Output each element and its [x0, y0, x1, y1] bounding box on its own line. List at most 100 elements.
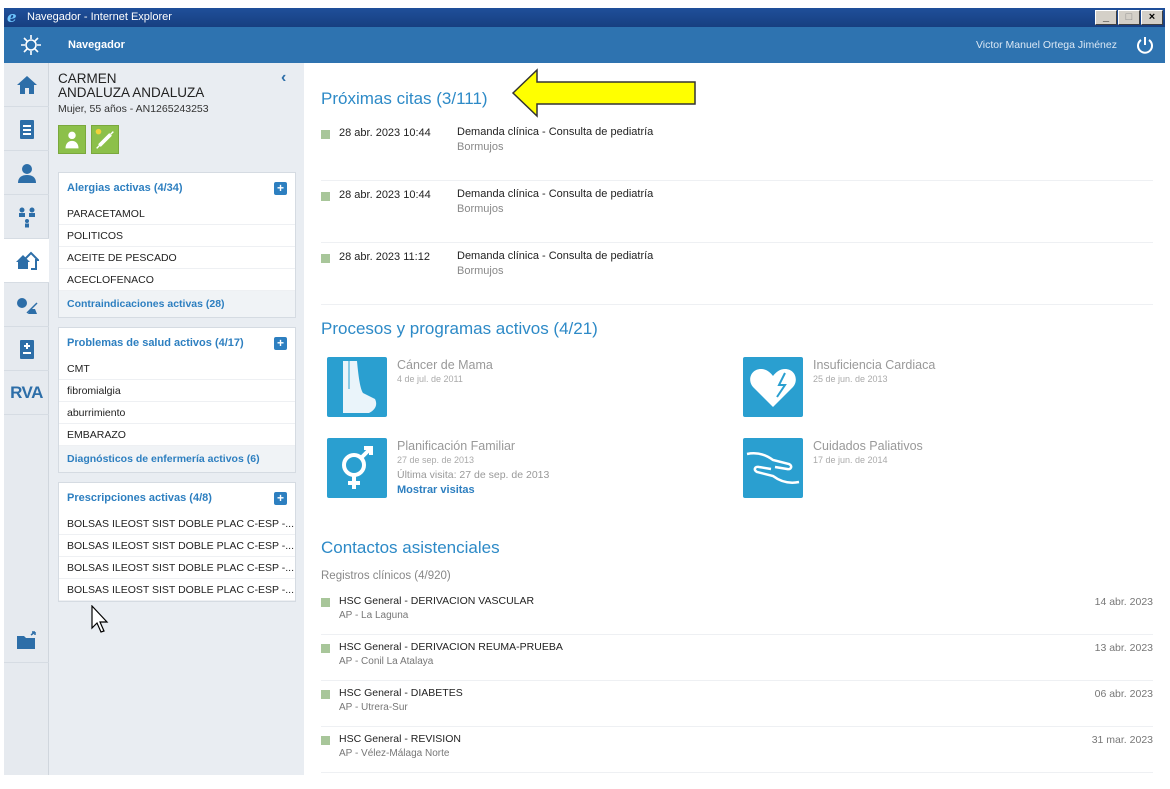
allergy-item[interactable]: ACECLOFENACO — [59, 269, 295, 291]
app-header: Navegador Victor Manuel Ortega Jiménez — [4, 27, 1165, 63]
hands-icon — [743, 438, 803, 498]
problem-item[interactable]: aburrimiento — [59, 402, 295, 424]
record-marker — [321, 690, 330, 699]
process-date: 4 de jul. de 2011 — [397, 374, 463, 384]
allergy-item[interactable]: ACEITE DE PESCADO — [59, 247, 295, 269]
process-card[interactable]: Cuidados Paliativos 17 de jun. de 2014 — [737, 438, 1117, 502]
medical-report-icon — [19, 339, 34, 359]
folder-nav-item[interactable] — [4, 619, 49, 663]
clipboard-nav-item[interactable] — [4, 107, 49, 151]
process-date: 27 de sep. de 2013 — [397, 455, 475, 465]
record-location: AP - La Laguna — [339, 610, 409, 621]
patient-first-name: CARMEN — [58, 71, 117, 86]
record-marker — [321, 598, 330, 607]
allergies-card: Alergias activas (4/34) + PARACETAMOL PO… — [58, 172, 296, 318]
clinical-record-row[interactable]: HSC General - DERIVACION VASCULAR AP - L… — [321, 589, 1153, 635]
appointment-row[interactable]: 28 abr. 2023 10:44 Demanda clínica - Con… — [321, 181, 1153, 243]
show-visits-link[interactable]: Mostrar visitas — [397, 484, 475, 496]
window-title: Navegador - Internet Explorer — [27, 11, 172, 23]
process-name: Cáncer de Mama — [397, 358, 493, 372]
internet-explorer-icon: e — [7, 8, 17, 26]
process-card[interactable]: Cáncer de Mama 4 de jul. de 2011 — [321, 357, 701, 421]
contacts-title[interactable]: Contactos asistenciales — [321, 538, 500, 558]
clinical-records-subtitle[interactable]: Registros clínicos (4/920) — [321, 570, 451, 582]
problem-item[interactable]: EMBARAZO — [59, 424, 295, 446]
appointment-marker — [321, 130, 330, 139]
close-button[interactable]: × — [1141, 10, 1163, 25]
appointment-description: Demanda clínica - Consulta de pediatría — [457, 188, 654, 200]
appointment-location: Bormujos — [457, 141, 504, 153]
prescription-item[interactable]: BOLSAS ILEOST SIST DOBLE PLAC C-ESP -... — [59, 557, 295, 579]
record-title: HSC General - REVISION — [339, 733, 461, 745]
add-allergy-button[interactable]: + — [274, 182, 287, 195]
allergy-item[interactable]: POLITICOS — [59, 225, 295, 247]
family-nav-item[interactable] — [4, 195, 49, 239]
record-location: AP - Conil La Atalaya — [339, 656, 434, 667]
clipboard-icon — [19, 119, 34, 139]
appointment-location: Bormujos — [457, 203, 504, 215]
appointment-date: 28 abr. 2023 10:44 — [339, 127, 431, 139]
clinical-record-row[interactable]: HSC General - REVISION AP - Vélez-Málaga… — [321, 727, 1153, 773]
appointments-title[interactable]: Próximas citas (3/111) — [321, 89, 488, 109]
family-icon — [18, 207, 35, 227]
record-date: 13 abr. 2023 — [1094, 642, 1153, 654]
rva-label: RVA — [10, 382, 43, 402]
appointment-row[interactable]: 28 abr. 2023 11:12 Demanda clínica - Con… — [321, 243, 1153, 305]
mouse-cursor-icon — [91, 605, 109, 633]
main-content: Próximas citas (3/111) 28 abr. 2023 10:4… — [304, 63, 1165, 775]
process-last-visit: Última visita: 27 de sep. de 2013 — [397, 469, 550, 481]
heart-icon — [743, 357, 803, 417]
prescription-item[interactable]: BOLSAS ILEOST SIST DOBLE PLAC C-ESP -... — [59, 579, 295, 601]
process-name: Planificación Familiar — [397, 439, 516, 453]
record-location: AP - Utrera-Sur — [339, 702, 408, 713]
prescription-item[interactable]: BOLSAS ILEOST SIST DOBLE PLAC C-ESP -... — [59, 535, 295, 557]
patient-badge-vaccine[interactable] — [91, 125, 119, 154]
nursing-diagnoses-link[interactable]: Diagnósticos de enfermería activos (6) — [59, 446, 295, 472]
process-card[interactable]: Planificación Familiar 27 de sep. de 201… — [321, 438, 701, 502]
contraindications-link[interactable]: Contraindicaciones activas (28) — [59, 291, 295, 317]
problem-item[interactable]: CMT — [59, 358, 295, 380]
record-title: HSC General - DERIVACION VASCULAR — [339, 595, 535, 607]
record-title: HSC General - DIABETES — [339, 687, 463, 699]
problems-title[interactable]: Problemas de salud activos (4/17) — [67, 337, 244, 349]
prescriptions-card: Prescripciones activas (4/8) + BOLSAS IL… — [58, 482, 296, 602]
community-nav-item[interactable] — [4, 239, 49, 283]
user-name[interactable]: Victor Manuel Ortega Jiménez — [976, 39, 1117, 51]
maximize-button[interactable]: □ — [1118, 10, 1140, 25]
app-logo-icon[interactable] — [20, 34, 42, 56]
process-card[interactable]: Insuficiencia Cardiaca 25 de jun. de 201… — [737, 357, 1117, 421]
patient-nav-item[interactable] — [4, 151, 49, 195]
allergies-title[interactable]: Alergias activas (4/34) — [67, 182, 183, 194]
breast-icon — [327, 357, 387, 417]
processes-title[interactable]: Procesos y programas activos (4/21) — [321, 319, 598, 339]
add-problem-button[interactable]: + — [274, 337, 287, 350]
appointment-marker — [321, 192, 330, 201]
apple-scale-icon — [16, 297, 38, 314]
problem-item[interactable]: fibromialgia — [59, 380, 295, 402]
record-date: 06 abr. 2023 — [1094, 688, 1153, 700]
person-badge-icon — [65, 131, 79, 149]
record-marker — [321, 736, 330, 745]
power-icon[interactable] — [1135, 35, 1155, 55]
report-nav-item[interactable] — [4, 327, 49, 371]
process-name: Insuficiencia Cardiaca — [813, 358, 936, 372]
app-name: Navegador — [68, 39, 125, 51]
process-date: 25 de jun. de 2013 — [813, 374, 888, 384]
collapse-panel-button[interactable]: ‹ — [281, 69, 286, 87]
clinical-record-row[interactable]: HSC General - DIABETES AP - Utrera-Sur 0… — [321, 681, 1153, 727]
nutrition-nav-item[interactable] — [4, 283, 49, 327]
appointment-description: Demanda clínica - Consulta de pediatría — [457, 250, 654, 262]
appointment-row[interactable]: 28 abr. 2023 10:44 Demanda clínica - Con… — [321, 119, 1153, 181]
window-titlebar: e Navegador - Internet Explorer _ □ × — [4, 8, 1165, 27]
folder-export-icon — [16, 630, 36, 649]
rva-nav-item[interactable]: RVA — [4, 371, 49, 415]
clinical-record-row[interactable]: HSC General - DERIVACION REUMA-PRUEBA AP… — [321, 635, 1153, 681]
prescriptions-title[interactable]: Prescripciones activas (4/8) — [67, 492, 212, 504]
allergy-item[interactable]: PARACETAMOL — [59, 203, 295, 225]
prescription-item[interactable]: BOLSAS ILEOST SIST DOBLE PLAC C-ESP -... — [59, 513, 295, 535]
patient-badge-person[interactable] — [58, 125, 86, 154]
houses-icon — [15, 251, 39, 270]
home-nav-item[interactable] — [4, 63, 49, 107]
minimize-button[interactable]: _ — [1095, 10, 1117, 25]
add-prescription-button[interactable]: + — [274, 492, 287, 505]
